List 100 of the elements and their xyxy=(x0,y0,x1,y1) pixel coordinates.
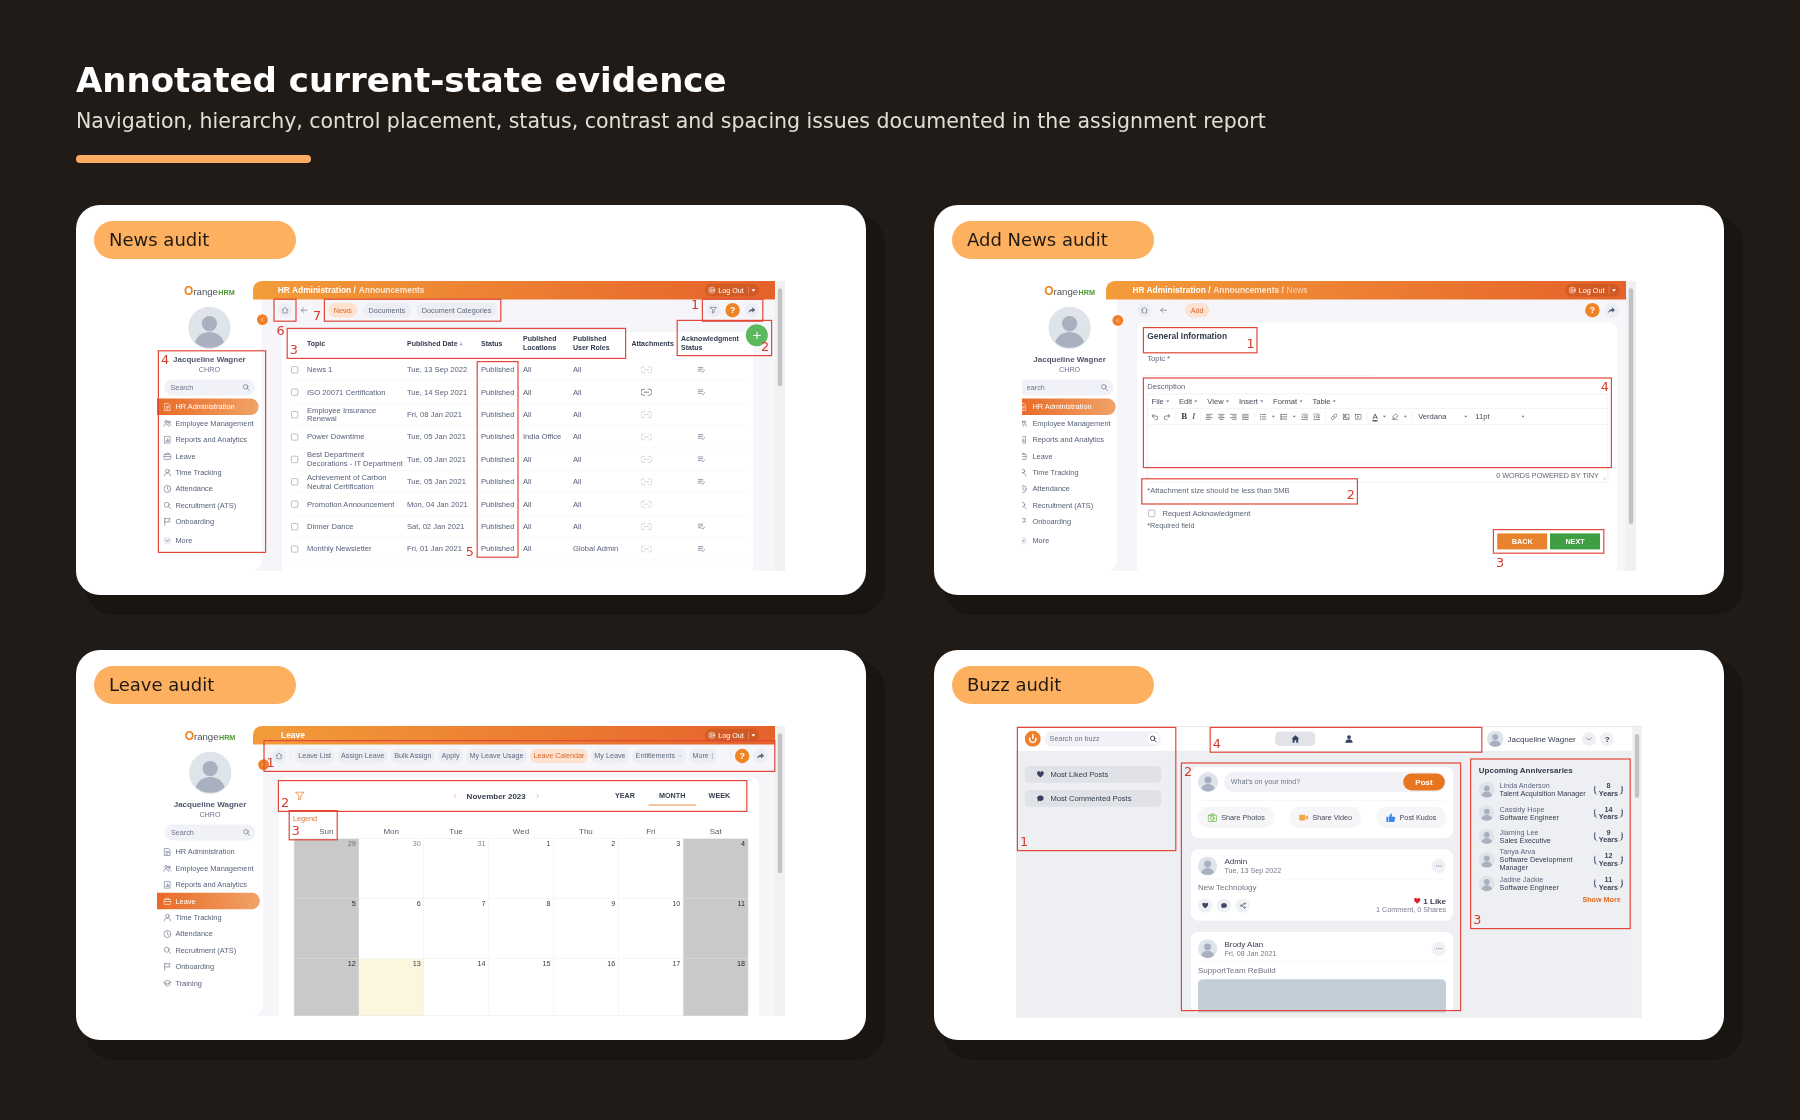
share-button[interactable] xyxy=(744,303,759,318)
caret-icon xyxy=(751,288,756,292)
section-title: General Information xyxy=(1147,331,1227,341)
comment-button[interactable] xyxy=(1216,898,1232,913)
checkbox[interactable] xyxy=(291,410,299,418)
weekday-header: Thu xyxy=(579,826,593,836)
laurel-branch-icon xyxy=(1593,807,1598,819)
more-button[interactable] xyxy=(1431,858,1446,874)
italic-button[interactable]: I xyxy=(1192,411,1196,422)
collapse-button[interactable] xyxy=(1112,315,1124,326)
page-subtitle: Navigation, hierarchy, control placement, status, contrast and spacing issues documented in the assignment report xyxy=(76,108,1267,135)
annotation-number: 6 xyxy=(276,323,285,337)
annotation-number: 3 xyxy=(1496,555,1505,569)
laurel-branch-icon xyxy=(1619,878,1624,890)
annotation-number: 1 xyxy=(266,756,275,769)
comment-icon xyxy=(1036,794,1044,802)
avatar-placeholder xyxy=(1198,772,1218,792)
caret-icon[interactable] xyxy=(1271,415,1276,418)
avatar-placeholder xyxy=(1048,306,1091,349)
annotation-number: 3 xyxy=(291,824,300,838)
person-icon xyxy=(1344,734,1353,743)
user-name: Jacqueline Wagner xyxy=(1507,734,1576,744)
avatar-placeholder xyxy=(1486,730,1504,748)
panel-title: Upcoming Anniversaries xyxy=(1478,766,1573,776)
checkbox[interactable] xyxy=(291,433,299,441)
scrollbar-thumb[interactable] xyxy=(777,288,783,387)
filter-button[interactable] xyxy=(706,303,721,318)
home-button[interactable] xyxy=(1137,303,1152,318)
scrollbar[interactable] xyxy=(775,281,785,571)
text-color-button[interactable]: A xyxy=(1372,412,1378,422)
logo-icon xyxy=(1024,730,1041,747)
weekday-header: Wed xyxy=(512,826,530,836)
laurel-branch-icon xyxy=(1619,854,1624,866)
scrollbar[interactable] xyxy=(1626,281,1636,571)
checkbox[interactable] xyxy=(291,500,299,508)
caret-icon xyxy=(1165,400,1170,403)
like-button[interactable] xyxy=(1198,898,1213,913)
caret-icon xyxy=(1225,400,1230,403)
breadcrumb-item: Leave xyxy=(281,730,305,740)
nav-tab[interactable] xyxy=(1275,731,1316,746)
section-label: Buzz audit xyxy=(952,666,1154,704)
avatar-placeholder xyxy=(1198,939,1218,959)
caret-icon xyxy=(1299,400,1303,403)
breadcrumb-item: Announcements xyxy=(358,285,425,295)
caret-icon xyxy=(1521,415,1525,418)
more-button[interactable] xyxy=(1431,941,1446,956)
media-icon[interactable] xyxy=(1354,413,1362,420)
checkbox[interactable] xyxy=(291,366,299,374)
collapse-button[interactable] xyxy=(257,314,268,325)
avatar-placeholder xyxy=(1478,828,1495,845)
caret-icon[interactable] xyxy=(1382,415,1387,418)
checkbox[interactable] xyxy=(291,455,299,463)
breadcrumb-item: News xyxy=(1286,285,1308,295)
breadcrumb-item: Announcements / xyxy=(1213,285,1284,295)
avatar-placeholder xyxy=(188,751,232,794)
annotation-number: 1 xyxy=(691,298,700,312)
bold-button[interactable]: B xyxy=(1181,411,1188,422)
scrollbar[interactable] xyxy=(775,726,785,1016)
page-title: Annotated current-state evidence xyxy=(76,59,728,102)
heart-icon xyxy=(1413,897,1421,905)
share-button[interactable] xyxy=(1604,303,1619,318)
avatar-placeholder xyxy=(1198,856,1218,876)
comment-icon xyxy=(1220,902,1228,909)
weekday-header: Mon xyxy=(383,826,399,836)
avatar-placeholder xyxy=(1478,805,1495,822)
laurel-branch-icon xyxy=(1593,784,1598,796)
caret-icon[interactable] xyxy=(1292,415,1296,418)
scrollbar-thumb[interactable] xyxy=(1628,288,1634,525)
caret-icon xyxy=(1464,415,1468,418)
scrollbar-thumb[interactable] xyxy=(777,733,783,874)
laurel-branch-icon xyxy=(1593,830,1598,842)
collapse-button[interactable] xyxy=(258,759,269,770)
caret-icon xyxy=(751,733,756,737)
annotation-number: 4 xyxy=(161,353,170,367)
home-button[interactable] xyxy=(277,303,293,318)
dropdown-button[interactable] xyxy=(1582,731,1597,746)
checkbox[interactable] xyxy=(291,388,299,396)
laurel-branch-icon xyxy=(1619,830,1624,842)
checkbox[interactable] xyxy=(291,545,299,553)
checkbox[interactable] xyxy=(291,522,299,530)
annotation-number: 1 xyxy=(1246,337,1255,351)
avatar-placeholder xyxy=(1478,875,1495,892)
weekday-header: Fri xyxy=(646,826,656,836)
like-count: 1 Like xyxy=(1423,896,1446,906)
checkbox[interactable] xyxy=(1148,509,1156,517)
post-text: New Technology xyxy=(1198,883,1257,893)
search-icon[interactable] xyxy=(1147,732,1160,745)
share-button[interactable] xyxy=(753,748,768,764)
help-button[interactable]: ? xyxy=(1600,731,1615,746)
annotation-number: 2 xyxy=(1346,488,1355,502)
laurel-branch-icon xyxy=(1593,854,1598,866)
heart-icon xyxy=(1202,902,1209,909)
heart-icon xyxy=(1036,770,1044,778)
chevron-down-icon xyxy=(1022,536,1027,545)
home-icon xyxy=(1291,734,1300,743)
checkbox[interactable] xyxy=(291,478,299,486)
annotation-number: 3 xyxy=(289,343,298,356)
scrollbar-thumb[interactable] xyxy=(1634,734,1640,798)
caret-icon[interactable] xyxy=(1403,415,1408,418)
share-icon xyxy=(1608,306,1616,314)
